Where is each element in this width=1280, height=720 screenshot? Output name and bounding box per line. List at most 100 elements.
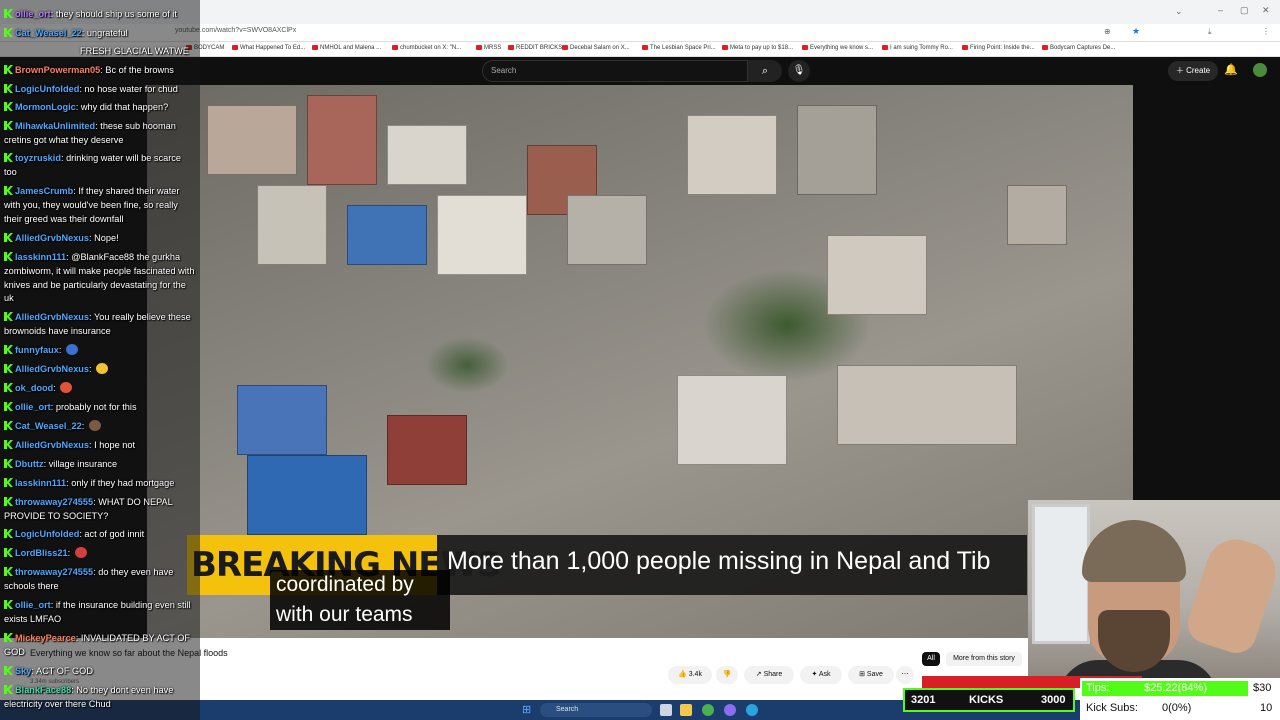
chat-text: ungrateful <box>86 28 128 38</box>
news-headline: More than 1,000 people missing in Nepal … <box>447 547 991 575</box>
caption-line: with our teams <box>276 603 413 626</box>
bookmark-item[interactable]: REDDIT BRICKS <box>508 45 562 51</box>
chat-message: MormonLogic: why did that happen? <box>4 101 196 115</box>
chip-all[interactable]: All <box>922 652 940 666</box>
chat-text: FRESH GLACIAL WATWE <box>80 46 189 56</box>
like-button[interactable]: 👍 3.4k <box>668 666 712 684</box>
chevron-down-icon[interactable]: ⌄ <box>1175 6 1183 17</box>
file-explorer-icon[interactable] <box>680 704 692 716</box>
bookmark-item[interactable]: I am suing Tommy Ro... <box>882 45 953 51</box>
bookmark-item[interactable]: Bodycam Captures De... <box>1042 45 1115 51</box>
emote-icon <box>66 344 79 355</box>
chat-username: LordBliss21 <box>15 548 68 558</box>
search-input[interactable]: Search <box>482 60 748 82</box>
chat-message: throwaway274555: do they even have schoo… <box>4 567 174 591</box>
kick-icon <box>4 186 13 195</box>
bookmark-item[interactable]: Meta to pay up to $18... <box>722 45 793 51</box>
task-view-icon[interactable] <box>660 704 672 716</box>
webcam-person-hand <box>1182 531 1280 659</box>
bookmark-item[interactable]: The Lesbian Space Pri... <box>642 45 716 51</box>
discord-icon[interactable] <box>724 704 736 716</box>
chat-username: JamesCrumb <box>15 186 74 196</box>
taskbar-search-label: Search <box>556 706 579 713</box>
kick-icon <box>4 529 13 538</box>
save-button[interactable]: ⊞ Save <box>848 666 894 684</box>
more-actions-button[interactable]: ⋯ <box>896 666 914 684</box>
windows-start-icon[interactable]: ⊞ <box>522 703 531 716</box>
dislike-button[interactable]: 👎 <box>716 666 738 684</box>
chat-username: BrownPowerman05 <box>15 65 101 75</box>
kick-icon <box>4 65 13 74</box>
building <box>387 415 467 485</box>
chrome-icon[interactable] <box>702 704 714 716</box>
bookmark-item[interactable]: MRSS <box>476 45 501 51</box>
chat-username: LogicUnfolded <box>15 529 80 539</box>
bookmark-item[interactable]: NMHOL and Malena ... <box>312 45 381 51</box>
save-icon: ⊞ <box>859 671 865 678</box>
kick-icon <box>4 497 13 506</box>
chat-username: ollie_ort <box>15 402 51 412</box>
create-button[interactable]: ＋ Create <box>1168 61 1218 81</box>
chat-text: Nope! <box>94 233 119 243</box>
chat-message: LogicUnfolded: act of god innit <box>4 528 196 542</box>
menu-icon[interactable]: ⋮ <box>1262 27 1270 36</box>
install-icon[interactable]: ⊕ <box>1104 27 1111 36</box>
close-icon[interactable]: ✕ <box>1262 5 1270 16</box>
emote-icon <box>96 363 109 374</box>
chat-message: MihawkaUnlimited: these sub hooman creti… <box>4 121 176 145</box>
webcam-person-beanie <box>1082 520 1186 582</box>
chat-username: Dbuttz <box>15 459 44 469</box>
chat-text: act of god innit <box>84 529 145 539</box>
microphone-icon[interactable]: 🎙 <box>788 60 810 82</box>
chat-message: lasskinn111: only if they had mortgage <box>4 477 196 491</box>
chat-text: no hose water for chud <box>84 84 178 94</box>
chat-username: funnyfaux <box>15 345 59 355</box>
search-placeholder: Search <box>491 66 517 75</box>
building <box>237 385 327 455</box>
chat-username: lasskinn111 <box>15 478 67 488</box>
search-icon[interactable]: ⌕ <box>748 60 782 82</box>
bookmark-item[interactable]: What Happened To Ed... <box>232 45 305 51</box>
building <box>797 105 877 195</box>
taskbar-search[interactable]: Search <box>540 703 652 717</box>
subs-goal: 10 <box>1260 702 1273 714</box>
chip-more-from-story[interactable]: More from this story <box>946 652 1022 666</box>
subs-label: Kick Subs: <box>1086 702 1138 714</box>
kick-icon <box>4 459 13 468</box>
thumbs-up-icon: 👍 <box>678 671 687 678</box>
minimize-icon[interactable]: – <box>1218 5 1223 15</box>
bookmark-star-icon[interactable]: ★ <box>1132 26 1140 37</box>
bookmark-item[interactable]: Firing Point: Inside the... <box>962 45 1035 51</box>
avatar[interactable] <box>1253 63 1267 77</box>
chat-message: AlliedGrvbNexus: You really believe thes… <box>4 312 191 336</box>
bookmark-item[interactable]: Decebal Salam on X... <box>562 45 630 51</box>
more-icon: ⋯ <box>901 671 909 678</box>
bookmark-item[interactable]: chumbucket on X: "N... <box>392 45 461 51</box>
telegram-icon[interactable] <box>746 704 758 716</box>
chat-message: throwaway274555: WHAT DO NEPAL PROVIDE T… <box>4 497 173 521</box>
chat-text: ACT OF GOD <box>35 666 93 676</box>
chat-message: Cat_Weasel_22: ungrateful <box>4 27 196 41</box>
chat-message: AlliedGrvbNexus: <box>4 363 196 377</box>
chat-message: Cat_Weasel_22: <box>4 420 196 434</box>
download-icon[interactable]: ⤓ <box>1208 27 1212 37</box>
notifications-bell-icon[interactable]: 🔔 <box>1224 63 1238 76</box>
chat-username: BlankFace88 <box>15 685 72 695</box>
chat-message: LogicUnfolded: no hose water for chud <box>4 83 196 97</box>
chat-username: AlliedGrvbNexus <box>15 312 90 322</box>
share-button[interactable]: ↗ Share <box>744 666 794 684</box>
closed-caption: coordinated by with our teams <box>270 570 450 630</box>
maximize-icon[interactable]: ▢ <box>1240 5 1249 16</box>
chat-username: MormonLogic <box>15 102 76 112</box>
building <box>827 235 927 315</box>
chat-message: Sky: ACT OF GOD <box>4 665 196 679</box>
ask-button[interactable]: ✦ Ask <box>800 666 842 684</box>
video-player[interactable]: BREAKING NEWS More than 1,000 people mis… <box>147 85 1133 638</box>
chat-message: JamesCrumb: If they shared their water w… <box>4 186 180 224</box>
bookmark-item[interactable]: Everything we know s... <box>802 45 873 51</box>
chat-text: I hope not <box>94 440 136 450</box>
like-count: 3.4k <box>688 671 702 678</box>
chat-message: lasskinn111: @BlankFace88 the gurkha zom… <box>4 252 195 304</box>
kick-icon <box>4 252 13 261</box>
building <box>1007 185 1067 245</box>
